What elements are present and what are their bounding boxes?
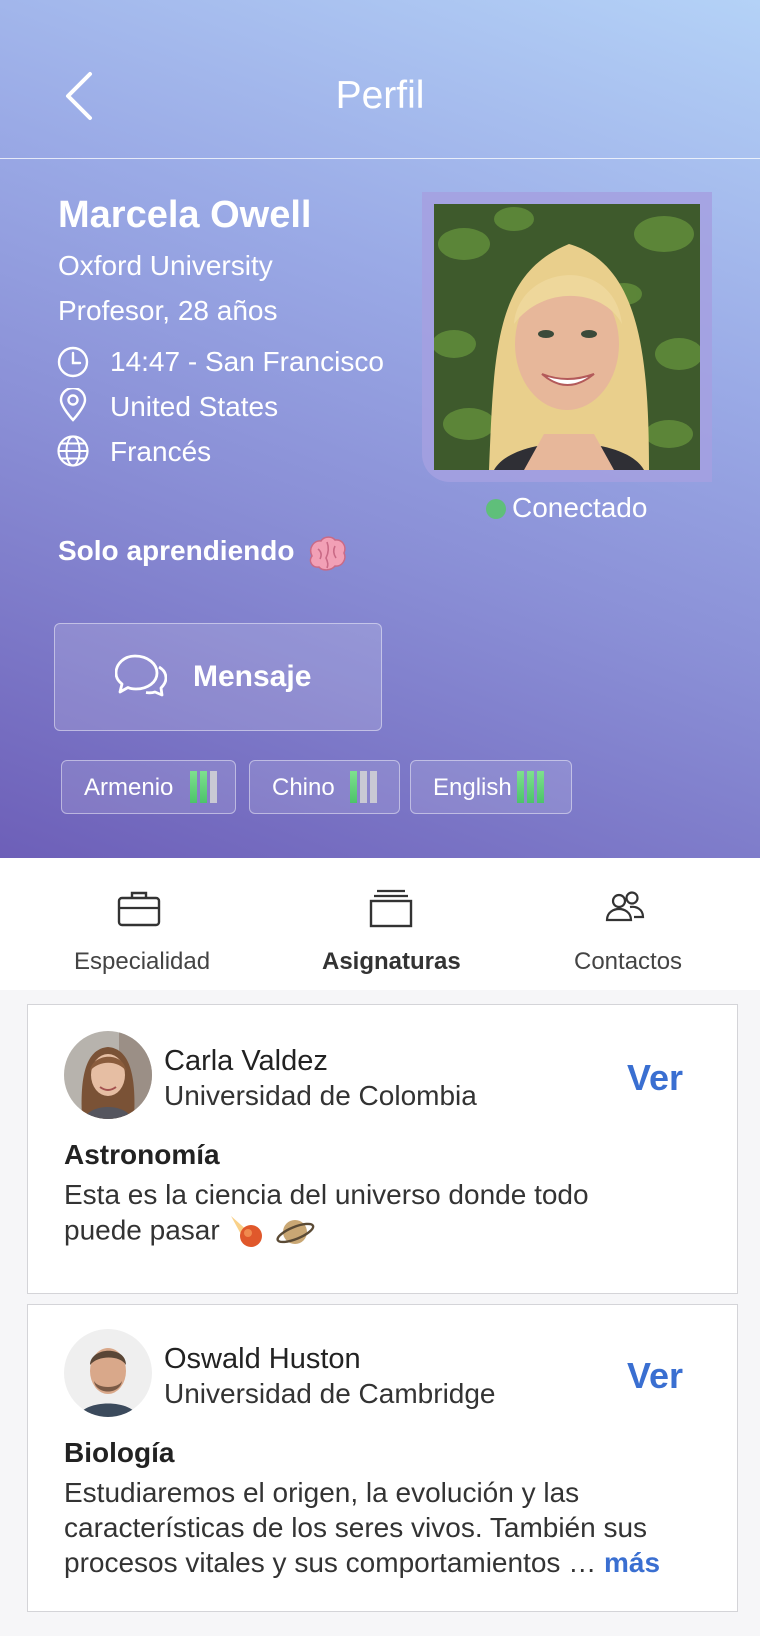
briefcase-icon <box>117 891 161 927</box>
language-level-bar <box>350 771 357 803</box>
tab-label: Contactos <box>574 948 683 975</box>
teacher-name: Carla Valdez <box>164 1045 328 1077</box>
teacher-avatar <box>64 1329 152 1417</box>
profile-role-age: Profesor, 28 años <box>58 295 278 326</box>
language-level-bar <box>210 771 217 803</box>
stacked-cards-icon <box>369 889 413 928</box>
view-button[interactable]: Ver <box>627 1355 683 1397</box>
read-more-link[interactable]: más <box>604 1547 660 1578</box>
language-level-bar <box>360 771 367 803</box>
language-level-bar <box>190 771 197 803</box>
tab-label: Especialidad <box>74 948 211 975</box>
teacher-university: Universidad de Colombia <box>164 1080 477 1111</box>
comet-emoji-icon <box>231 1216 263 1247</box>
subject-card: Carla Valdez Universidad de Colombia Ver… <box>27 1004 738 1294</box>
language-chip-label: Chino <box>272 774 335 801</box>
online-status-dot <box>486 499 506 519</box>
language-level-bar <box>200 771 207 803</box>
top-bar: Perfil <box>0 0 760 159</box>
tab-bar: Especialidad Asignaturas Contactos <box>0 858 760 990</box>
language-level-bar <box>527 771 534 803</box>
ringed-planet-emoji-icon <box>276 1220 315 1244</box>
location-pin-icon <box>59 388 87 422</box>
language-level-bar <box>370 771 377 803</box>
teacher-avatar <box>64 1031 152 1119</box>
profile-name: Marcela Owell <box>58 194 312 236</box>
brain-emoji-icon <box>309 536 346 571</box>
clock-icon <box>57 346 89 378</box>
tab-asignaturas[interactable]: Asignaturas <box>300 858 480 990</box>
language-chip: English <box>410 760 572 814</box>
language-level-bar <box>517 771 524 803</box>
language-chip-label: Armenio <box>84 774 174 801</box>
online-status-label: Conectado <box>512 492 648 523</box>
profile-header: Perfil Marcela Owell Oxford University P… <box>0 0 760 858</box>
language-chip-label: English <box>433 774 512 801</box>
subject-title: Astronomía <box>64 1139 220 1170</box>
message-button-label: Mensaje <box>193 660 312 693</box>
profile-photo <box>434 204 700 470</box>
globe-icon <box>57 435 89 467</box>
language-chip: Chino <box>249 760 400 814</box>
teacher-name: Oswald Huston <box>164 1343 361 1375</box>
language-chip: Armenio <box>61 760 236 814</box>
profile-language: Francés <box>110 436 212 467</box>
view-button[interactable]: Ver <box>627 1057 683 1099</box>
users-icon <box>605 891 645 922</box>
profile-tagline: Solo aprendiendo <box>58 535 295 566</box>
page-title: Perfil <box>335 74 425 117</box>
tab-especialidad[interactable]: Especialidad <box>40 858 240 990</box>
profile-country: United States <box>110 391 279 422</box>
message-button[interactable]: Mensaje <box>54 623 382 731</box>
chat-bubbles-icon <box>115 654 167 697</box>
subject-card: Oswald Huston Universidad de Cambridge V… <box>27 1304 738 1612</box>
subject-description: Estudiaremos el origen, la evolución y l… <box>64 1477 661 1578</box>
subject-title: Biología <box>64 1437 175 1468</box>
profile-local-time: 14:47 - San Francisco <box>110 346 384 377</box>
tab-contactos[interactable]: Contactos <box>560 858 730 990</box>
language-level-bar <box>537 771 544 803</box>
teacher-university: Universidad de Cambridge <box>164 1378 496 1409</box>
subject-description: Esta es la ciencia del universo donde to… <box>64 1177 704 1252</box>
tab-label: Asignaturas <box>322 948 461 975</box>
profile-university: Oxford University <box>58 250 273 281</box>
